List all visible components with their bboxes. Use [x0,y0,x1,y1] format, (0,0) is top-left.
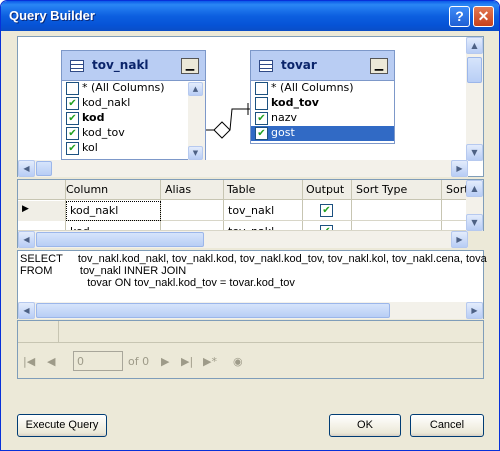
scroll-down-icon[interactable]: ▼ [466,144,483,161]
cancel-button[interactable]: Cancel [410,414,484,437]
close-button[interactable]: ✕ [473,6,494,27]
column-row[interactable]: * (All Columns) [251,81,394,96]
checkbox[interactable] [255,97,268,110]
table-header[interactable]: Table [227,183,255,196]
sql-line: tovar ON tov_nakl.kod_tov = tovar.kod_to… [20,277,295,289]
scroll-down-icon[interactable]: ▼ [466,214,483,231]
grid-row[interactable]: kod tov_nakl ✔ [18,222,468,231]
record-position-input[interactable]: 0 [73,351,123,371]
alias-header[interactable]: Alias [165,183,191,196]
column-label: gost [271,126,295,139]
grid-divider [58,321,59,343]
scroll-right-icon[interactable]: ▶ [451,231,468,248]
help-button[interactable]: ? [449,6,470,27]
current-row-icon: ▶ [22,204,29,214]
column-row[interactable]: kod_tov [251,96,394,111]
sql-line: FROM tov_nakl INNER JOIN [20,265,187,277]
sql-pane[interactable]: SELECT tov_nakl.kod_nakl, tov_nakl.kod, … [17,250,487,319]
scroll-right-icon[interactable]: ▶ [466,302,483,319]
criteria-grid-pane: Column Alias Table Output Sort Type Sort… [17,179,485,248]
stop-icon[interactable]: ◉ [233,355,243,368]
record-navigator: |◀ ◀ 0 of 0 ▶ ▶| ▶* ◉ [17,346,484,376]
scroll-right-icon[interactable]: ▶ [451,160,468,177]
sql-horizontal-scrollbar[interactable]: ◀ ▶ [18,302,483,319]
column-row[interactable]: ✔ nazv [251,111,394,126]
diagram-pane: tov_nakl ▁ * (All Columns) ✔ kod_nakl ✔ ko… [17,36,484,177]
next-record-icon[interactable]: ▶ [161,355,169,368]
table-box-header[interactable]: tovar ▁ [251,51,394,81]
sql-text[interactable]: SELECT tov_nakl.kod_nakl, tov_nakl.kod, … [20,253,487,289]
scroll-left-icon[interactable]: ◀ [18,302,35,319]
column-label: kod_tov [271,96,319,109]
checkbox[interactable]: ✔ [255,112,268,125]
ok-button[interactable]: OK [329,414,401,437]
scroll-up-icon[interactable]: ▲ [466,37,483,54]
checkbox[interactable]: ✔ [255,127,268,140]
grid-header: Column Alias Table Output Sort Type Sort [18,180,469,200]
scroll-up-icon[interactable]: ▲ [466,180,483,197]
column-row-selected[interactable]: ✔ gost [251,126,394,141]
grid-row[interactable]: ▶ kod_nakl tov_nakl ✔ [18,201,468,221]
checkbox[interactable] [255,82,268,95]
scroll-thumb[interactable] [36,161,52,176]
execute-query-button[interactable]: Execute Query [17,414,107,437]
column-label: * (All Columns) [271,81,354,94]
query-builder-window: Query Builder ? ✕ tov_nakl ▁ * (All Colu… [0,0,500,451]
column-cell[interactable]: kod_nakl [70,204,118,217]
table-cell[interactable]: tov_nakl [228,204,274,217]
scroll-thumb[interactable] [467,57,482,83]
sort-type-header[interactable]: Sort Type [356,183,407,196]
diagram-horizontal-scrollbar[interactable]: ◀ ▶ [18,160,468,177]
title-bar: Query Builder ? ✕ [1,1,499,31]
new-record-icon[interactable]: ▶* [203,355,217,368]
scroll-left-icon[interactable]: ◀ [18,160,35,177]
scroll-thumb[interactable] [36,232,204,247]
column-header[interactable]: Column [66,183,108,196]
diagram-vertical-scrollbar[interactable]: ▲ ▼ [466,37,483,161]
scroll-corner [468,231,485,248]
sql-line: SELECT tov_nakl.kod_nakl, tov_nakl.kod, … [20,253,487,265]
row-selector[interactable]: ▶ [18,201,65,221]
table-box-tovar[interactable]: tovar ▁ * (All Columns) kod_tov ✔ nazv ✔ g… [250,50,395,144]
output-header[interactable]: Output [306,183,344,196]
previous-record-icon[interactable]: ◀ [47,355,55,368]
minimize-icon[interactable]: ▁ [370,58,388,74]
scroll-thumb[interactable] [36,303,390,318]
window-title: Query Builder [9,8,95,23]
record-count-label: of 0 [128,355,150,368]
table-name: tovar [281,58,317,72]
output-checkbox[interactable]: ✔ [320,204,333,217]
table-icon [259,60,273,72]
results-grid-header [18,321,483,343]
grid-horizontal-scrollbar[interactable]: ◀ ▶ [18,231,468,248]
grid-vertical-scrollbar[interactable]: ▲ ▼ [466,180,483,231]
column-label: nazv [271,111,297,124]
last-record-icon[interactable]: ▶| [181,355,193,368]
first-record-icon[interactable]: |◀ [23,355,35,368]
scroll-left-icon[interactable]: ◀ [18,231,35,248]
